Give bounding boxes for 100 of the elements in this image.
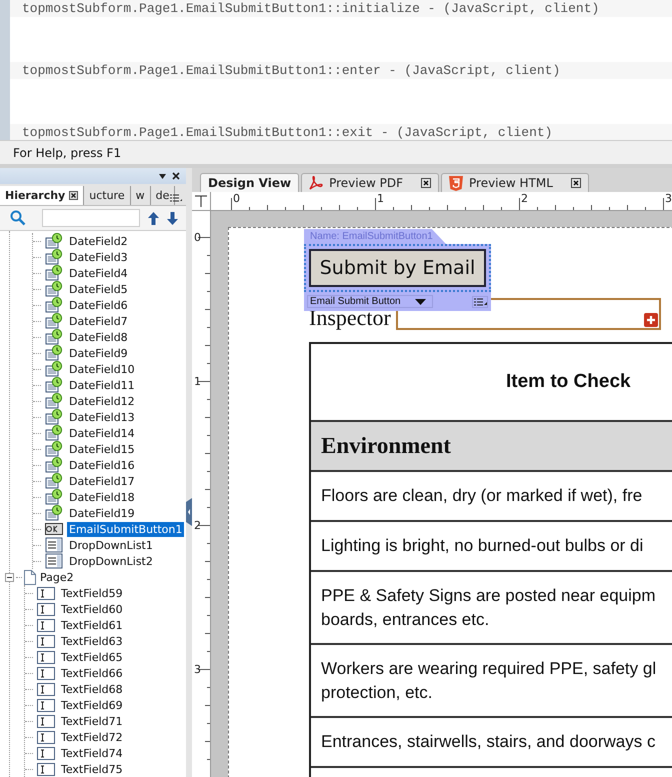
pdf-icon bbox=[309, 176, 324, 190]
text-field-icon bbox=[37, 714, 55, 728]
tree-item[interactable]: DateField14 bbox=[67, 426, 137, 440]
search-field[interactable] bbox=[42, 209, 140, 227]
calendar-clock-icon bbox=[45, 361, 63, 377]
text-field-icon bbox=[37, 746, 55, 760]
tree-item[interactable]: DateField15 bbox=[67, 442, 137, 456]
collapse-icon[interactable] bbox=[5, 572, 14, 582]
calendar-clock-icon bbox=[45, 249, 63, 265]
close-icon[interactable] bbox=[421, 178, 431, 188]
tree-item[interactable]: DateField3 bbox=[67, 250, 130, 264]
calendar-clock-icon bbox=[45, 265, 63, 281]
panel-tab[interactable]: de bbox=[150, 186, 176, 205]
tree-item[interactable]: DateField7 bbox=[67, 314, 130, 328]
calendar-clock-icon bbox=[45, 505, 63, 521]
arrow-down-icon[interactable] bbox=[167, 212, 178, 224]
text-field-icon bbox=[37, 602, 55, 616]
column-header: Item to Check bbox=[506, 371, 631, 393]
dropdown-list-icon bbox=[45, 553, 63, 569]
status-text: For Help, press F1 bbox=[13, 146, 122, 160]
calendar-clock-icon bbox=[45, 457, 63, 473]
text-field-icon bbox=[37, 634, 55, 648]
tree-item[interactable]: Page2 bbox=[38, 570, 76, 584]
calendar-clock-icon bbox=[45, 473, 63, 489]
menu-icon[interactable] bbox=[170, 194, 182, 202]
tree-item[interactable]: DateField12 bbox=[67, 394, 137, 408]
search-icon[interactable] bbox=[10, 210, 26, 226]
horizontal-ruler: 0 1 2 3 bbox=[211, 192, 672, 210]
tree-item[interactable]: DateField10 bbox=[67, 362, 137, 376]
tree-item[interactable]: TextField66 bbox=[59, 666, 125, 680]
tree-item[interactable]: DropDownList1 bbox=[67, 538, 155, 552]
script-line: topmostSubform.Page1.EmailSubmitButton1::enter - (JavaScript, client) bbox=[22, 63, 560, 78]
panel-tab[interactable]: ucture bbox=[84, 186, 131, 205]
tree-item[interactable]: DateField5 bbox=[67, 282, 130, 296]
calendar-clock-icon bbox=[45, 409, 63, 425]
tree-item[interactable]: TextField65 bbox=[59, 650, 125, 664]
tree-item[interactable]: DateField17 bbox=[67, 474, 137, 488]
calendar-clock-icon bbox=[45, 345, 63, 361]
calendar-clock-icon bbox=[45, 377, 63, 393]
checklist-item: PPE & Safety Signs are posted near equipm boards, entrances etc. bbox=[321, 584, 656, 630]
tree-item[interactable]: TextField74 bbox=[59, 746, 125, 760]
tree-item[interactable]: DateField6 bbox=[67, 298, 130, 312]
menu-icon[interactable] bbox=[472, 296, 488, 308]
section-heading: Environment bbox=[321, 433, 451, 459]
caret-icon bbox=[414, 298, 426, 304]
panel-tab[interactable]: w bbox=[130, 186, 151, 205]
tree-item[interactable]: TextField61 bbox=[59, 618, 125, 632]
tree-item[interactable]: DateField11 bbox=[67, 378, 137, 392]
tree-item[interactable]: EmailSubmitButton1 bbox=[67, 522, 184, 536]
tree-item[interactable]: DateField8 bbox=[67, 330, 130, 344]
page-icon bbox=[24, 570, 36, 584]
dropdown-icon[interactable] bbox=[159, 174, 166, 178]
tree-item[interactable]: TextField59 bbox=[59, 586, 125, 600]
text-field-icon bbox=[37, 650, 55, 664]
calendar-clock-icon bbox=[45, 233, 63, 249]
script-line: topmostSubform.Page1.EmailSubmitButton1::initialize - (JavaScript, client) bbox=[22, 1, 600, 16]
tree-item[interactable]: TextField60 bbox=[59, 602, 125, 616]
checklist-item: Floors are clean, dry (or marked if wet), fre bbox=[321, 485, 642, 507]
editor-tab[interactable]: Design View bbox=[200, 173, 300, 192]
tree-item[interactable]: DateField13 bbox=[67, 410, 137, 424]
tree-item[interactable]: DateField4 bbox=[67, 266, 130, 280]
tree-item[interactable]: TextField69 bbox=[59, 698, 125, 712]
tree-item[interactable]: DateField2 bbox=[67, 234, 130, 248]
calendar-clock-icon bbox=[45, 441, 63, 457]
tree-item[interactable]: TextField72 bbox=[59, 730, 125, 744]
checklist-item: Entrances, stairwells, stairs, and doorways c bbox=[321, 731, 656, 753]
text-field-icon bbox=[37, 682, 55, 696]
calendar-clock-icon bbox=[45, 393, 63, 409]
ok-button-icon bbox=[45, 523, 63, 535]
object-name-label: Name: EmailSubmitButton1 bbox=[310, 231, 433, 242]
tree-item[interactable]: DateField9 bbox=[67, 346, 130, 360]
vertical-ruler: 0 1 2 3 bbox=[192, 211, 211, 777]
calendar-clock-icon bbox=[45, 489, 63, 505]
tree-item[interactable]: TextField71 bbox=[59, 714, 125, 728]
panel-tab[interactable]: Hierarchy bbox=[0, 186, 84, 205]
tree-item[interactable]: TextField75 bbox=[59, 762, 125, 776]
calendar-clock-icon bbox=[45, 297, 63, 313]
editor-tab[interactable]: Preview PDF bbox=[301, 173, 439, 192]
calendar-clock-icon bbox=[45, 313, 63, 329]
close-icon[interactable] bbox=[172, 172, 180, 180]
text-field-icon bbox=[37, 698, 55, 712]
tree-item[interactable]: TextField63 bbox=[59, 634, 125, 648]
checklist-item: Lighting is bright, no burned-out bulbs or di bbox=[321, 535, 644, 557]
tree-item[interactable]: TextField68 bbox=[59, 682, 125, 696]
tree-item[interactable]: DateField16 bbox=[67, 458, 137, 472]
editor-tab[interactable]: Preview HTML bbox=[441, 173, 589, 192]
tree-item[interactable]: DropDownList2 bbox=[67, 554, 155, 568]
arrow-up-icon[interactable] bbox=[148, 212, 159, 224]
calendar-clock-icon bbox=[45, 281, 63, 297]
text-field-icon bbox=[37, 618, 55, 632]
script-line: topmostSubform.Page1.EmailSubmitButton1::exit - (JavaScript, client) bbox=[22, 125, 552, 140]
tree-item[interactable]: DateField18 bbox=[67, 490, 137, 504]
text-field-icon bbox=[37, 730, 55, 744]
close-icon[interactable] bbox=[69, 191, 78, 200]
object-type-dropdown[interactable]: Email Submit Button bbox=[307, 295, 433, 308]
close-icon[interactable] bbox=[570, 178, 581, 188]
collapse-handle-icon[interactable] bbox=[186, 498, 192, 526]
text-field-icon bbox=[37, 586, 55, 600]
text-field-icon bbox=[37, 666, 55, 680]
tree-item[interactable]: DateField19 bbox=[67, 506, 137, 520]
